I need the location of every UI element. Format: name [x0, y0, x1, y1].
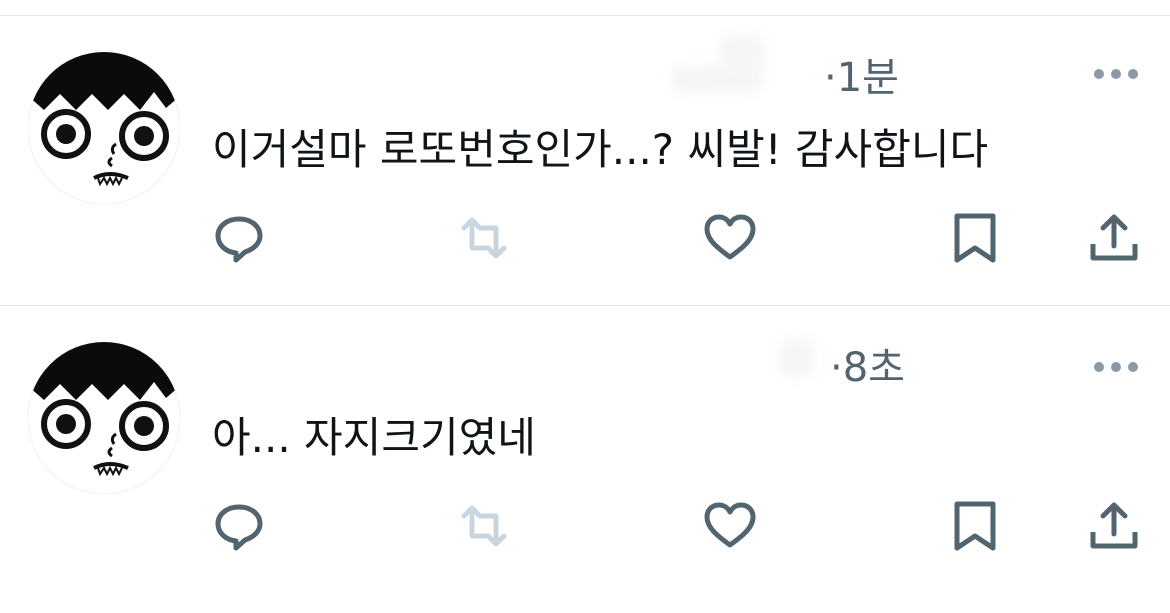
reply-icon: [215, 504, 263, 551]
share-button[interactable]: [1086, 210, 1142, 266]
like-button[interactable]: [702, 210, 758, 266]
like-icon: [704, 214, 756, 260]
bookmark-button[interactable]: [947, 210, 1003, 266]
retweet-icon: [461, 217, 507, 259]
share-icon: [1090, 214, 1138, 261]
tweet-text: 이거설마 로또번호인가...? 씨발! 감사합니다: [212, 125, 989, 174]
reply-button[interactable]: [211, 498, 267, 554]
bookmark-icon: [954, 213, 996, 263]
tweet-1[interactable]: ·1분 이거설마 로또번호인가...? 씨발! 감사합니다: [0, 16, 1170, 306]
redacted-name: [780, 340, 814, 376]
tweet-time[interactable]: ·1분: [824, 54, 899, 102]
tweet-2[interactable]: ·8초 아... 자지크기였네: [0, 306, 1170, 596]
reply-icon: [215, 216, 263, 263]
share-button[interactable]: [1086, 498, 1142, 554]
retweet-button[interactable]: [456, 210, 512, 266]
like-button[interactable]: [702, 498, 758, 554]
bookmark-button[interactable]: [947, 498, 1003, 554]
tweet-text: 아... 자지크기였네: [212, 413, 536, 462]
more-icon[interactable]: [1093, 361, 1139, 373]
redacted-badge: [720, 36, 764, 70]
retweet-button[interactable]: [456, 498, 512, 554]
more-icon[interactable]: [1093, 68, 1139, 80]
retweet-icon: [461, 505, 507, 547]
reply-feed: ·1분 이거설마 로또번호인가...? 씨발! 감사합니다 ·8초 아... 자…: [0, 0, 1170, 613]
avatar[interactable]: [28, 342, 180, 494]
like-icon: [704, 502, 756, 548]
share-icon: [1090, 502, 1138, 549]
reply-button[interactable]: [211, 210, 267, 266]
avatar[interactable]: [28, 52, 180, 204]
bookmark-icon: [954, 501, 996, 551]
tweet-time[interactable]: ·8초: [830, 344, 905, 392]
